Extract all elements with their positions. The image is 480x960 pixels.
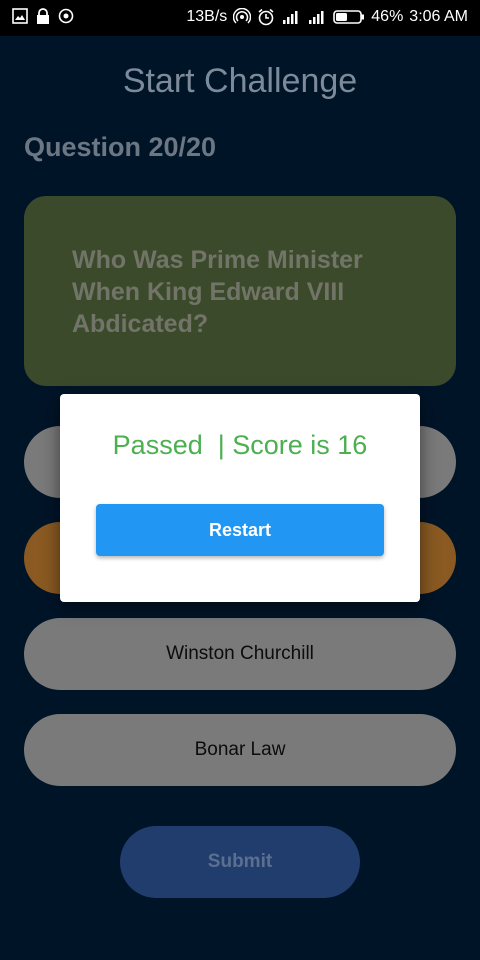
net-speed: 13B/s — [186, 8, 228, 25]
question-card: Who Was Prime Minister When King Edward … — [24, 196, 456, 386]
hotspot-icon — [233, 8, 252, 24]
alarm-icon — [258, 8, 274, 26]
battery-percent: 46% — [371, 8, 404, 25]
question-text: Who Was Prime Minister When King Edward … — [72, 246, 363, 338]
lock-icon — [37, 8, 49, 24]
answer-option-4[interactable]: Bonar Law — [24, 714, 456, 786]
status-left-icons — [12, 8, 74, 24]
status-bar: 13B/s 46% 3:06 AM — [0, 0, 480, 36]
clock: 3:06 AM — [409, 8, 468, 25]
battery-icon — [333, 10, 365, 24]
result-dialog: Passed | Score is 16 Restart — [60, 394, 420, 602]
answer-option-3[interactable]: Winston Churchill — [24, 618, 456, 690]
signal-icon — [283, 11, 298, 24]
signal-icon — [309, 11, 324, 24]
target-icon — [58, 8, 74, 24]
restart-button[interactable]: Restart — [96, 504, 384, 556]
answer-option-label: Winston Churchill — [166, 643, 314, 664]
result-text: Passed | Score is 16 — [112, 430, 368, 460]
question-counter: Question 20/20 — [24, 132, 217, 162]
page-title: Start Challenge — [122, 62, 358, 100]
submit-label: Submit — [207, 851, 273, 872]
image-icon — [12, 8, 28, 24]
answer-option-label: Bonar Law — [194, 739, 286, 760]
status-right: 13B/s 46% 3:06 AM — [186, 8, 468, 26]
submit-button[interactable]: Submit — [120, 826, 360, 898]
